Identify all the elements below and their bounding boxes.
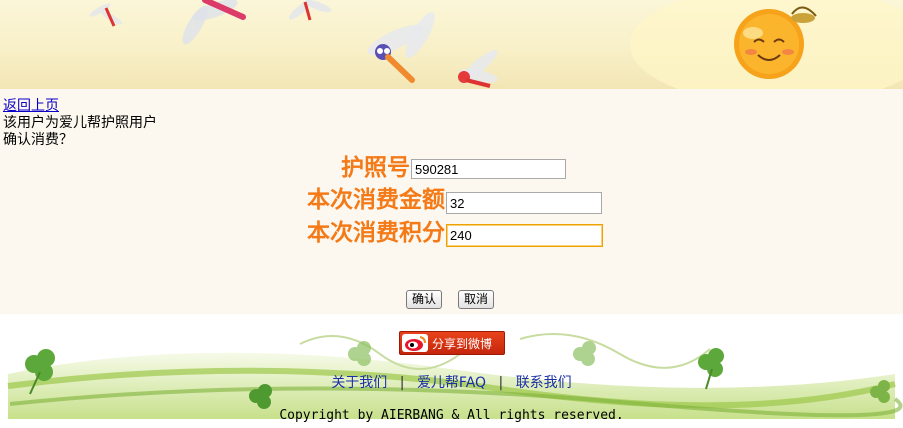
passport-input[interactable] [411, 159, 566, 179]
amount-input[interactable] [446, 192, 602, 214]
contact-link[interactable]: 联系我们 [516, 375, 572, 391]
about-link[interactable]: 关于我们 [331, 375, 387, 391]
dragonfly-icon [182, 0, 246, 45]
banner-illustration [89, 0, 903, 89]
link-separator: | [399, 375, 405, 391]
points-label: 本次消费积分 [307, 220, 445, 246]
points-row: 本次消费积分 [200, 219, 445, 247]
dragonfly-icon [89, 3, 123, 27]
faq-link[interactable]: 爱儿帮FAQ [417, 375, 486, 391]
confirm-button[interactable]: 确认 [406, 290, 443, 309]
dragonfly-icon [458, 50, 498, 88]
points-input[interactable] [446, 224, 603, 247]
share-weibo-button[interactable]: 分享到微博 [399, 331, 505, 355]
footer: 分享到微博 关于我们 | 爱儿帮FAQ | 联系我们 Copyright by … [0, 314, 903, 428]
share-label: 分享到微博 [432, 337, 493, 351]
dragonfly-icon [288, 0, 332, 21]
passport-label: 护照号 [341, 155, 410, 181]
header-banner [0, 0, 903, 89]
cancel-button[interactable]: 取消 [458, 290, 495, 309]
weibo-icon [402, 334, 428, 352]
back-link[interactable]: 返回上页 [3, 95, 59, 115]
footer-links: 关于我们 | 爱儿帮FAQ | 联系我们 [0, 372, 903, 392]
clover-icon [573, 341, 596, 366]
amount-row: 本次消费金额 [200, 186, 445, 214]
passport-row: 护照号 [200, 154, 410, 182]
copyright-text: Copyright by AIERBANG & All rights reser… [279, 408, 624, 423]
user-status-text: 该用户为爱儿帮护照用户 [3, 115, 157, 131]
confirm-prompt-text: 确认消费？ [3, 132, 73, 148]
main-panel: 返回上页 该用户为爱儿帮护照用户 确认消费？ 护照号 本次消费金额 本次消费积分… [0, 89, 903, 314]
link-separator: | [498, 375, 504, 391]
dragonfly-icon [367, 12, 435, 83]
amount-label: 本次消费金额 [307, 187, 445, 213]
